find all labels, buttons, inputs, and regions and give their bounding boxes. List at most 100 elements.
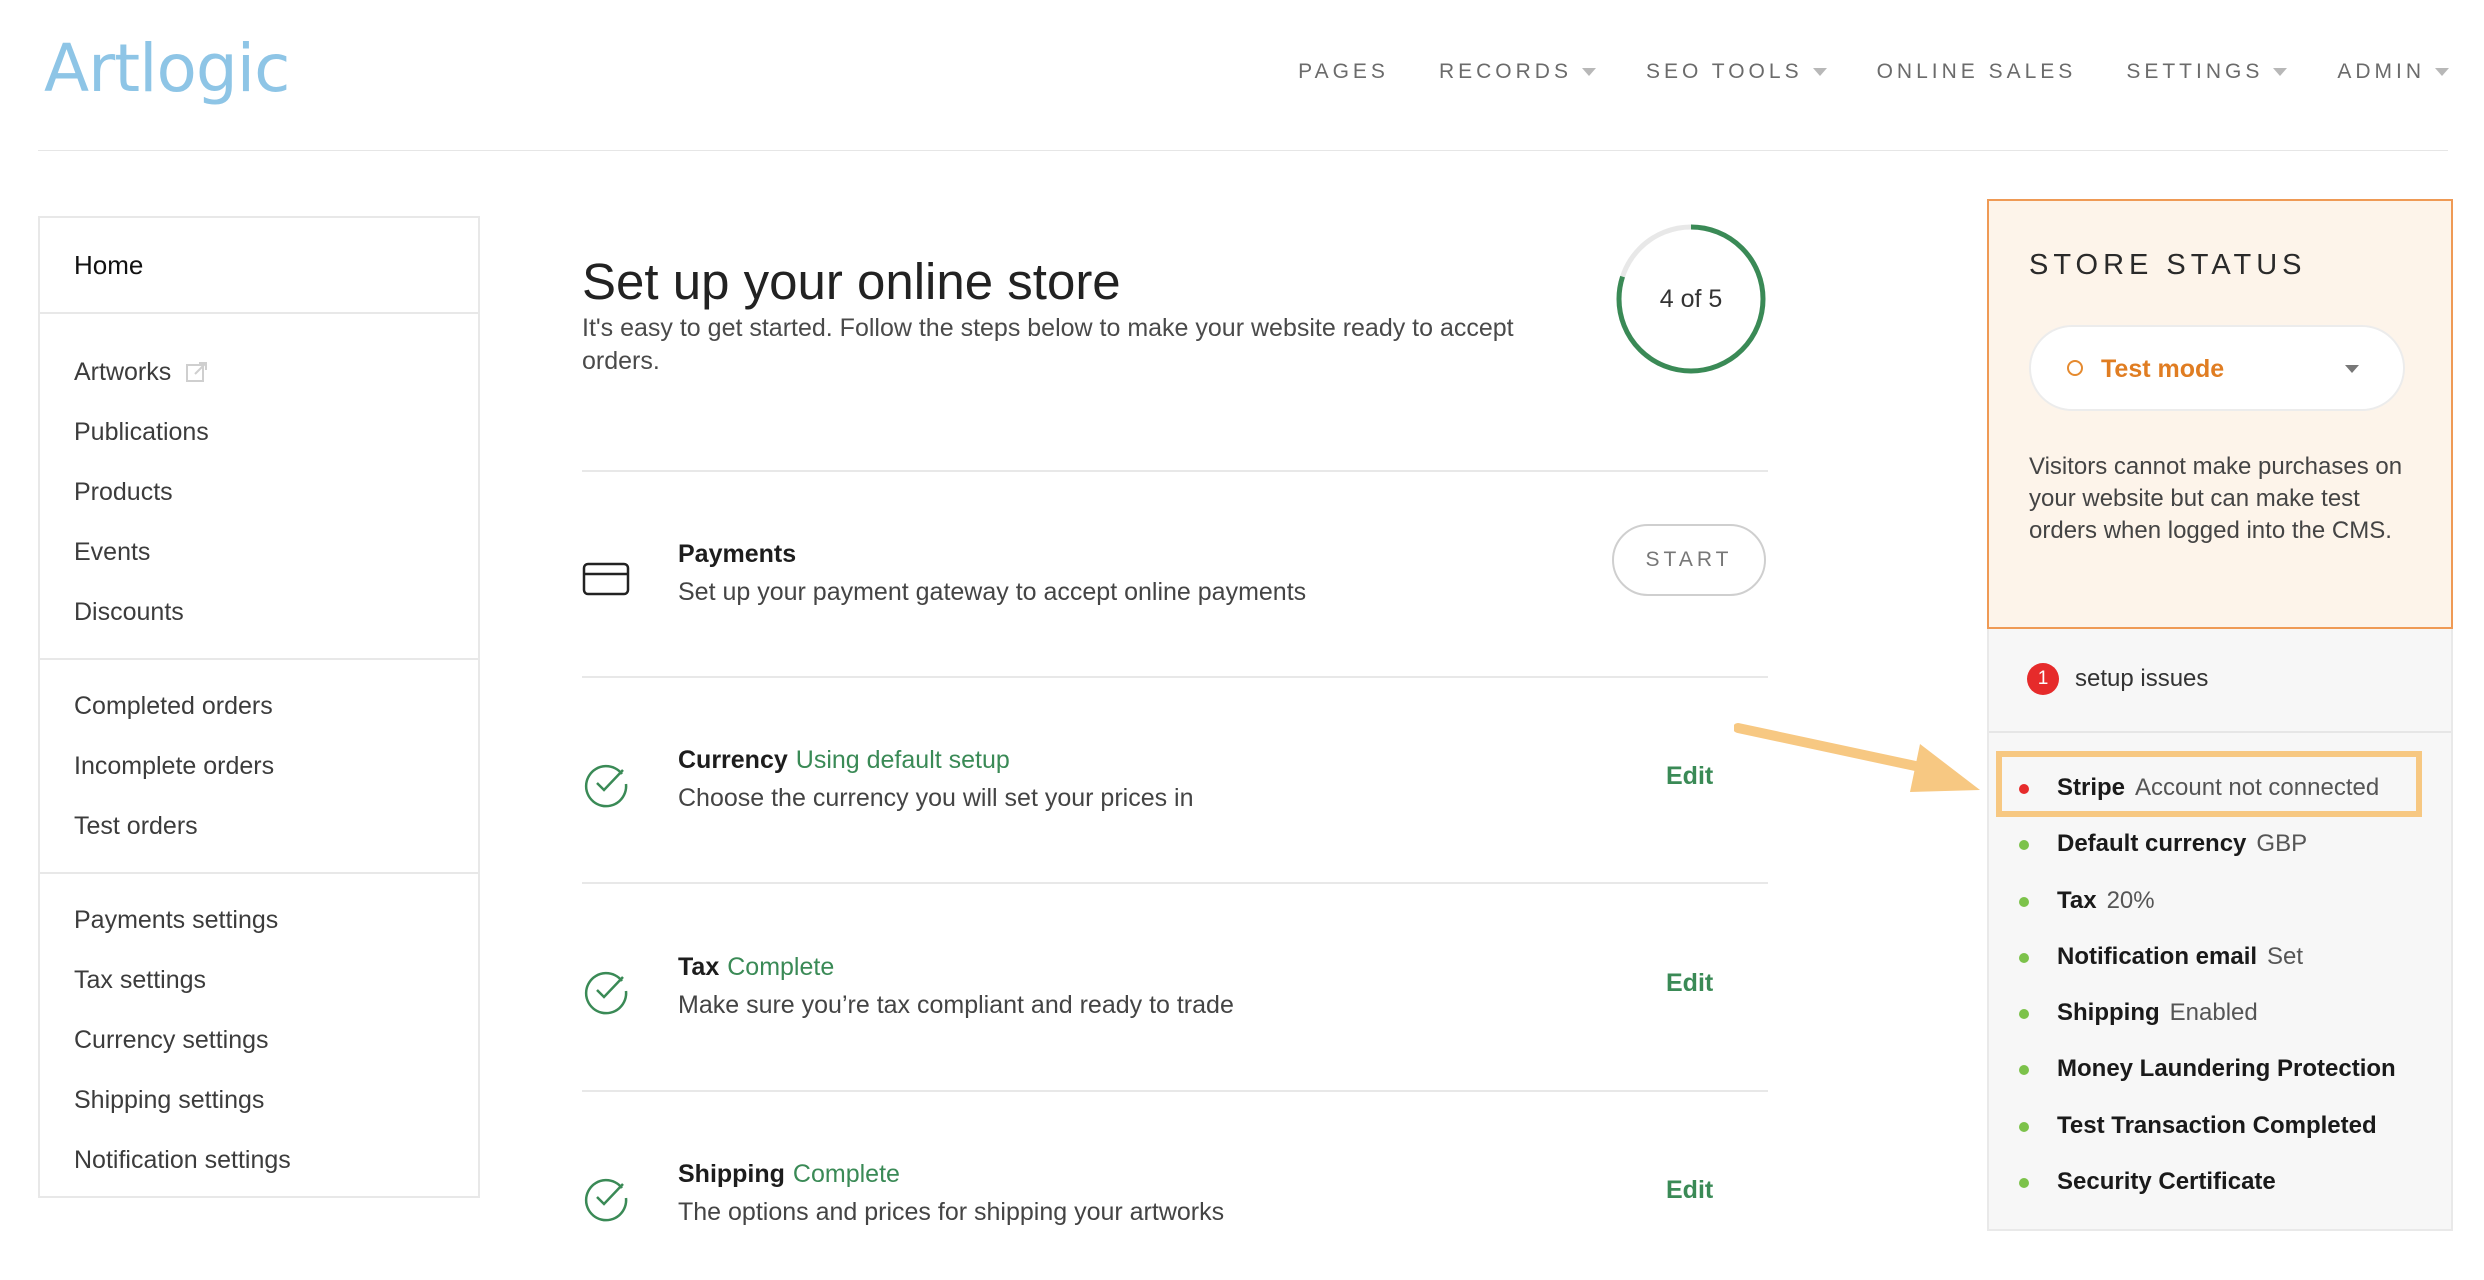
- sidebar-item-events[interactable]: Events: [40, 522, 478, 582]
- edit-button[interactable]: Edit: [1666, 969, 1713, 998]
- page-title: Set up your online store: [582, 253, 1121, 311]
- check-circle-icon: [584, 1178, 628, 1222]
- sidebar-item-incomplete-orders[interactable]: Incomplete orders: [40, 736, 478, 796]
- annotation-arrow-icon: [1734, 723, 1980, 792]
- status-dot: [2019, 1065, 2029, 1076]
- sidebar-item-completed-orders[interactable]: Completed orders: [40, 676, 478, 736]
- sidebar-item-shipping-settings[interactable]: Shipping settings: [40, 1070, 478, 1130]
- check-label: Notification email Set: [2057, 943, 2303, 971]
- sidebar-item-home[interactable]: Home: [40, 218, 478, 312]
- store-status-heading: STORE STATUS: [2029, 249, 2307, 281]
- credit-card-icon: [582, 562, 630, 596]
- step-title: Payments: [678, 540, 796, 569]
- status-dot: [2019, 952, 2029, 963]
- check-label: Default currency GBP: [2057, 830, 2307, 858]
- sidebar-group-records: Artworks Publications Products Events Di…: [40, 314, 478, 660]
- status-dot: [2019, 1178, 2029, 1189]
- check-label: Test Transaction Completed: [2057, 1112, 2387, 1140]
- page-subtitle: It's easy to get started. Follow the ste…: [582, 314, 1514, 375]
- edit-button[interactable]: Edit: [1666, 1176, 1713, 1205]
- edit-button[interactable]: Edit: [1666, 762, 1713, 791]
- nav-online-sales-label: ONLINE SALES: [1876, 60, 2077, 83]
- step-divider: [582, 676, 1768, 678]
- step-divider: [582, 1090, 1768, 1092]
- status-dot: [2019, 840, 2029, 851]
- check-shipping: Shipping Enabled: [1989, 988, 2451, 1044]
- sidebar: Home Artworks Publications Products Even…: [38, 216, 480, 1198]
- nav-settings[interactable]: SETTINGS: [2126, 60, 2288, 84]
- nav-seo-tools[interactable]: SEO TOOLS: [1646, 60, 1827, 84]
- nav-pages[interactable]: PAGES: [1298, 60, 1389, 84]
- nav-records-label: RECORDS: [1438, 60, 1572, 83]
- check-label: Tax 20%: [2057, 887, 2155, 915]
- sidebar-item-tax-settings[interactable]: Tax settings: [40, 950, 478, 1010]
- setup-issues-panel: 1 setup issues Stripe Account not connect…: [1987, 629, 2453, 1231]
- step-title: Shipping Complete: [678, 1160, 900, 1189]
- sidebar-item-notification-settings[interactable]: Notification settings: [40, 1130, 478, 1190]
- nav-online-sales[interactable]: ONLINE SALES: [1877, 60, 2077, 84]
- nav-admin-label: ADMIN: [2337, 60, 2425, 83]
- check-name: Security Certificate: [2057, 1168, 2276, 1196]
- step-description: The options and prices for shipping your…: [678, 1198, 1225, 1226]
- step-title-text: Tax: [678, 953, 720, 981]
- sidebar-item-products[interactable]: Products: [40, 462, 478, 522]
- chevron-down-icon: [1581, 68, 1596, 76]
- header-divider: [38, 150, 2448, 151]
- sidebar-item-currency-settings[interactable]: Currency settings: [40, 1010, 478, 1070]
- check-label: Security Certificate: [2057, 1168, 2286, 1196]
- step-payments: Payments Set up your payment gateway to …: [582, 524, 1768, 660]
- artlogic-logo[interactable]: Artlogic: [44, 30, 290, 107]
- progress-label: 4 of 5: [1659, 284, 1723, 313]
- status-dot: [2019, 896, 2029, 907]
- check-money-laundering-protection: Money Laundering Protection: [1989, 1044, 2451, 1100]
- nav-records[interactable]: RECORDS: [1439, 60, 1596, 84]
- chevron-down-icon: [2273, 68, 2288, 76]
- start-button[interactable]: START: [1612, 524, 1766, 596]
- sidebar-group-settings: Payments settings Tax settings Currency …: [40, 874, 478, 1190]
- check-label: Money Laundering Protection: [2057, 1055, 2406, 1083]
- sidebar-item-artworks[interactable]: Artworks: [40, 342, 478, 402]
- check-name: Stripe: [2057, 774, 2126, 801]
- step-divider: [582, 470, 1768, 472]
- check-circle-icon: [584, 971, 628, 1015]
- store-status-panel: STORE STATUS Test mode Visitors cannot m…: [1987, 199, 2453, 629]
- status-dot: [2019, 1009, 2029, 1020]
- check-notification-email: Notification email Set: [1989, 932, 2451, 988]
- status-dot: [2019, 784, 2029, 794]
- status-dot: [2019, 1121, 2029, 1132]
- step-status: Complete: [727, 953, 835, 981]
- sidebar-group-home: Home: [40, 218, 478, 314]
- check-test-transaction: Test Transaction Completed: [1989, 1101, 2451, 1157]
- issue-count-badge: 1: [2027, 663, 2059, 695]
- check-circle-icon: [584, 764, 628, 808]
- chevron-down-icon: [2435, 68, 2449, 76]
- sidebar-item-test-orders[interactable]: Test orders: [40, 796, 478, 856]
- nav-settings-label: SETTINGS: [2126, 60, 2264, 83]
- store-mode-value: Test mode: [2101, 355, 2225, 383]
- step-description: Make sure you’re tax compliant and ready…: [678, 991, 1234, 1019]
- check-value: 20%: [2106, 886, 2155, 914]
- check-value: Account not connected: [2135, 774, 2380, 801]
- check-stripe: Stripe Account not connected: [1989, 763, 2451, 819]
- sidebar-item-discounts[interactable]: Discounts: [40, 582, 478, 642]
- nav-seo-tools-label: SEO TOOLS: [1645, 60, 1803, 83]
- step-title: Currency Using default setup: [678, 746, 1010, 775]
- step-title-text: Currency: [678, 746, 788, 774]
- sidebar-item-label: Artworks: [74, 357, 172, 386]
- chevron-down-icon: [2345, 365, 2359, 373]
- setup-issues-label: setup issues: [2075, 665, 2209, 692]
- step-title-text: Shipping: [678, 1160, 785, 1188]
- step-description: Set up your payment gateway to accept on…: [678, 578, 1307, 606]
- nav-pages-label: PAGES: [1298, 60, 1389, 83]
- external-link-icon: [186, 362, 208, 382]
- sidebar-item-publications[interactable]: Publications: [40, 402, 478, 462]
- check-tax: Tax 20%: [1989, 876, 2451, 932]
- test-mode-icon: [2067, 360, 2083, 376]
- step-tax: Tax Complete Make sure you’re tax complia…: [582, 953, 1768, 1073]
- check-security-certificate: Security Certificate: [1989, 1157, 2451, 1213]
- check-value: GBP: [2256, 830, 2308, 858]
- check-name: Money Laundering Protection: [2057, 1055, 2396, 1083]
- store-mode-select[interactable]: Test mode: [2029, 325, 2405, 411]
- sidebar-item-payments-settings[interactable]: Payments settings: [40, 890, 478, 950]
- nav-admin[interactable]: ADMIN: [2337, 60, 2449, 84]
